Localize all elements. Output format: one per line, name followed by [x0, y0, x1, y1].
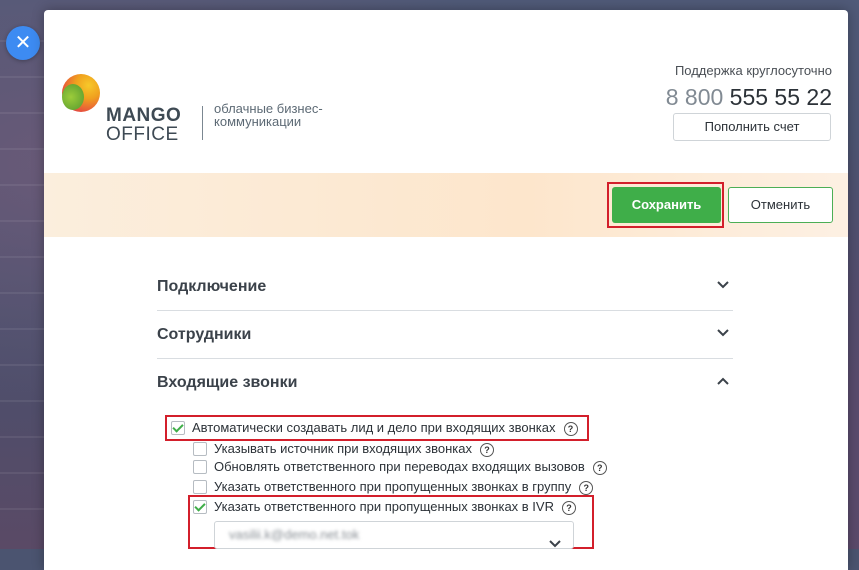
option-label: Указывать источник при входящих звонках [214, 441, 472, 456]
close-button[interactable]: ✕ [6, 26, 40, 60]
option-label: Указать ответственного при пропущенных з… [214, 479, 572, 494]
section-title: Сотрудники [157, 326, 252, 343]
option-missed-group[interactable]: Указать ответственного при пропущенных з… [193, 478, 594, 496]
settings-panel: MANGO OFFICE облачные бизнес-коммуникаци… [44, 10, 848, 570]
logo-tagline: облачные бизнес-коммуникации [214, 101, 323, 129]
ivr-responsible-select[interactable]: vasilii.k@demo.net.tok [214, 521, 574, 549]
option-update-responsible[interactable]: Обновлять ответственного при переводах в… [193, 458, 607, 476]
support-phone-prefix: 8 800 [665, 84, 724, 110]
checkbox[interactable] [193, 460, 207, 474]
section-employees[interactable]: Сотрудники [157, 311, 733, 359]
option-label: Автоматически создавать лид и дело при в… [192, 420, 556, 435]
chevron-down-icon [717, 263, 729, 311]
select-value: vasilii.k@demo.net.tok [229, 527, 360, 542]
chevron-down-icon [549, 531, 561, 557]
help-icon[interactable]: ? [563, 422, 578, 436]
section-title: Входящие звонки [157, 374, 298, 391]
support-label: Поддержка круглосуточно [674, 63, 832, 78]
help-icon[interactable]: ? [561, 501, 576, 515]
chevron-up-icon [717, 359, 729, 407]
chevron-down-icon [717, 311, 729, 359]
help-icon[interactable]: ? [479, 443, 494, 457]
section-incoming-calls[interactable]: Входящие звонки [157, 359, 733, 407]
save-button[interactable]: Сохранить [612, 187, 721, 223]
option-label: Указать ответственного при пропущенных з… [214, 499, 554, 514]
help-icon[interactable]: ? [579, 481, 594, 495]
help-icon[interactable]: ? [592, 461, 607, 475]
logo-divider [202, 106, 203, 140]
support-phone-number: 555 55 22 [729, 84, 832, 110]
support-phone: 8 800 555 55 22 [666, 84, 832, 111]
topup-button[interactable]: Пополнить счет [673, 113, 831, 141]
mango-logo-icon [62, 74, 100, 112]
option-label: Обновлять ответственного при переводах в… [214, 459, 585, 474]
section-connection[interactable]: Подключение [157, 263, 733, 311]
checkbox[interactable] [193, 500, 207, 514]
checkbox[interactable] [171, 421, 185, 435]
checkbox[interactable] [193, 480, 207, 494]
option-specify-source[interactable]: Указывать источник при входящих звонках? [193, 440, 494, 458]
logo-brand-line2: OFFICE [106, 124, 179, 145]
checkbox[interactable] [193, 442, 207, 456]
option-missed-ivr[interactable]: Указать ответственного при пропущенных з… [193, 498, 576, 516]
option-auto-create-lead[interactable]: Автоматически создавать лид и дело при в… [171, 419, 578, 437]
close-icon: ✕ [14, 32, 32, 54]
section-title: Подключение [157, 278, 267, 295]
cancel-button[interactable]: Отменить [728, 187, 833, 223]
